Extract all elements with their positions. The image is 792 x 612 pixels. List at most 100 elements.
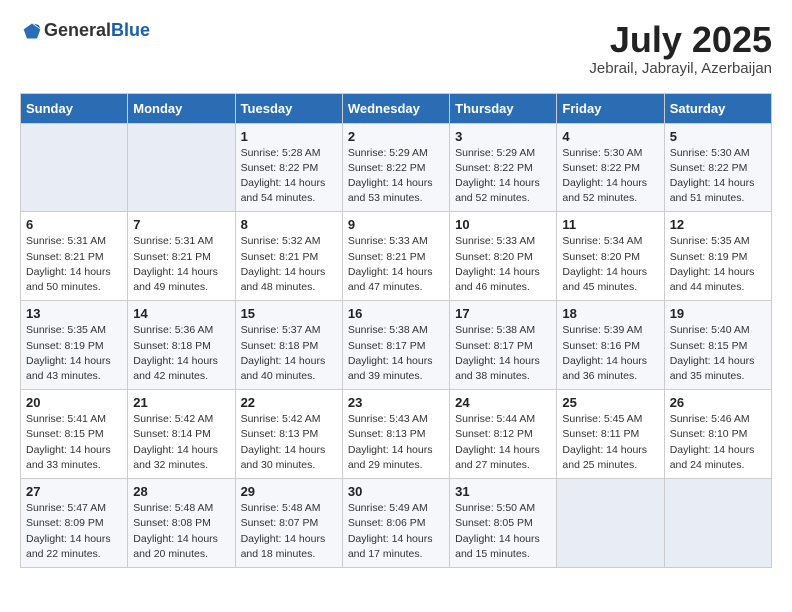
cell-info: Sunrise: 5:49 AMSunset: 8:06 PMDaylight:… [348, 502, 433, 560]
calendar-cell: 12Sunrise: 5:35 AMSunset: 8:19 PMDayligh… [664, 212, 771, 301]
page-header: GeneralBlue July 2025 Jebrail, Jabrayil,… [20, 20, 772, 77]
day-number: 18 [562, 306, 658, 321]
day-number: 4 [562, 129, 658, 144]
cell-info: Sunrise: 5:31 AMSunset: 8:21 PMDaylight:… [133, 235, 218, 293]
weekday-header-wednesday: Wednesday [342, 93, 449, 123]
day-number: 21 [133, 395, 229, 410]
calendar-cell: 8Sunrise: 5:32 AMSunset: 8:21 PMDaylight… [235, 212, 342, 301]
calendar-cell: 20 Sunrise: 5:41 AMSunset: 8:15 PMDayligh… [21, 390, 128, 479]
calendar-cell: 3Sunrise: 5:29 AMSunset: 8:22 PMDaylight… [450, 123, 557, 212]
day-number: 17 [455, 306, 551, 321]
calendar-week-row: 13 Sunrise: 5:35 AMSunset: 8:19 PMDayligh… [21, 301, 772, 390]
day-number: 6 [26, 217, 122, 232]
calendar-cell: 9 Sunrise: 5:33 AMSunset: 8:21 PMDaylight… [342, 212, 449, 301]
cell-info: Sunrise: 5:46 AMSunset: 8:10 PMDaylight:… [670, 413, 755, 471]
day-number: 10 [455, 217, 551, 232]
day-number: 24 [455, 395, 551, 410]
day-number: 9 [348, 217, 444, 232]
month-title: July 2025 [589, 20, 772, 60]
cell-info: Sunrise: 5:37 AMSunset: 8:18 PMDaylight:… [241, 324, 326, 382]
calendar-cell: 13 Sunrise: 5:35 AMSunset: 8:19 PMDayligh… [21, 301, 128, 390]
cell-info: Sunrise: 5:30 AMSunset: 8:22 PMDaylight:… [670, 147, 755, 205]
day-number: 19 [670, 306, 766, 321]
calendar-cell: 11 Sunrise: 5:34 AMSunset: 8:20 PMDayligh… [557, 212, 664, 301]
logo-icon [22, 21, 42, 41]
cell-info: Sunrise: 5:42 AMSunset: 8:13 PMDaylight:… [241, 413, 326, 471]
logo-general-text: General [44, 20, 111, 40]
weekday-header-monday: Monday [128, 93, 235, 123]
cell-info: Sunrise: 5:36 AMSunset: 8:18 PMDaylight:… [133, 324, 218, 382]
day-number: 5 [670, 129, 766, 144]
calendar-week-row: 6 Sunrise: 5:31 AMSunset: 8:21 PMDaylight… [21, 212, 772, 301]
day-number: 16 [348, 306, 444, 321]
cell-info: Sunrise: 5:41 AMSunset: 8:15 PMDaylight:… [26, 413, 111, 471]
day-number: 31 [455, 484, 551, 499]
day-number: 1 [241, 129, 337, 144]
cell-info: Sunrise: 5:34 AMSunset: 8:20 PMDaylight:… [562, 235, 647, 293]
cell-info: Sunrise: 5:50 AMSunset: 8:05 PMDaylight:… [455, 502, 540, 560]
calendar-cell: 2Sunrise: 5:29 AMSunset: 8:22 PMDaylight… [342, 123, 449, 212]
day-number: 15 [241, 306, 337, 321]
cell-info: Sunrise: 5:33 AMSunset: 8:21 PMDaylight:… [348, 235, 433, 293]
day-number: 3 [455, 129, 551, 144]
day-number: 8 [241, 217, 337, 232]
weekday-header-sunday: Sunday [21, 93, 128, 123]
cell-info: Sunrise: 5:35 AMSunset: 8:19 PMDaylight:… [26, 324, 111, 382]
day-number: 23 [348, 395, 444, 410]
calendar-cell: 28 Sunrise: 5:48 AMSunset: 8:08 PMDayligh… [128, 479, 235, 568]
day-number: 25 [562, 395, 658, 410]
calendar-cell: 14Sunrise: 5:36 AMSunset: 8:18 PMDayligh… [128, 301, 235, 390]
cell-info: Sunrise: 5:45 AMSunset: 8:11 PMDaylight:… [562, 413, 647, 471]
cell-info: Sunrise: 5:42 AMSunset: 8:14 PMDaylight:… [133, 413, 218, 471]
weekday-header-saturday: Saturday [664, 93, 771, 123]
cell-info: Sunrise: 5:29 AMSunset: 8:22 PMDaylight:… [348, 147, 433, 205]
cell-info: Sunrise: 5:48 AMSunset: 8:07 PMDaylight:… [241, 502, 326, 560]
day-number: 20 [26, 395, 122, 410]
cell-info: Sunrise: 5:28 AMSunset: 8:22 PMDaylight:… [241, 147, 326, 205]
title-area: July 2025 Jebrail, Jabrayil, Azerbaijan [589, 20, 772, 77]
calendar-cell [21, 123, 128, 212]
calendar-cell: 17Sunrise: 5:38 AMSunset: 8:17 PMDayligh… [450, 301, 557, 390]
weekday-header-row: SundayMondayTuesdayWednesdayThursdayFrid… [21, 93, 772, 123]
cell-info: Sunrise: 5:40 AMSunset: 8:15 PMDaylight:… [670, 324, 755, 382]
calendar-cell: 4Sunrise: 5:30 AMSunset: 8:22 PMDaylight… [557, 123, 664, 212]
calendar-cell: 25 Sunrise: 5:45 AMSunset: 8:11 PMDayligh… [557, 390, 664, 479]
cell-info: Sunrise: 5:38 AMSunset: 8:17 PMDaylight:… [348, 324, 433, 382]
calendar-cell: 7 Sunrise: 5:31 AMSunset: 8:21 PMDaylight… [128, 212, 235, 301]
calendar-cell: 16 Sunrise: 5:38 AMSunset: 8:17 PMDayligh… [342, 301, 449, 390]
day-number: 27 [26, 484, 122, 499]
calendar-cell [557, 479, 664, 568]
logo-blue-text: Blue [111, 20, 150, 40]
day-number: 29 [241, 484, 337, 499]
day-number: 13 [26, 306, 122, 321]
cell-info: Sunrise: 5:33 AMSunset: 8:20 PMDaylight:… [455, 235, 540, 293]
location-title: Jebrail, Jabrayil, Azerbaijan [589, 60, 772, 77]
cell-info: Sunrise: 5:43 AMSunset: 8:13 PMDaylight:… [348, 413, 433, 471]
cell-info: Sunrise: 5:47 AMSunset: 8:09 PMDaylight:… [26, 502, 111, 560]
calendar-table: SundayMondayTuesdayWednesdayThursdayFrid… [20, 93, 772, 568]
cell-info: Sunrise: 5:35 AMSunset: 8:19 PMDaylight:… [670, 235, 755, 293]
weekday-header-tuesday: Tuesday [235, 93, 342, 123]
day-number: 22 [241, 395, 337, 410]
calendar-cell: 1 Sunrise: 5:28 AMSunset: 8:22 PMDaylight… [235, 123, 342, 212]
calendar-cell: 6Sunrise: 5:31 AMSunset: 8:21 PMDaylight… [21, 212, 128, 301]
cell-info: Sunrise: 5:39 AMSunset: 8:16 PMDaylight:… [562, 324, 647, 382]
calendar-cell: 24 Sunrise: 5:44 AMSunset: 8:12 PMDayligh… [450, 390, 557, 479]
cell-info: Sunrise: 5:48 AMSunset: 8:08 PMDaylight:… [133, 502, 218, 560]
calendar-cell: 26Sunrise: 5:46 AMSunset: 8:10 PMDayligh… [664, 390, 771, 479]
day-number: 11 [562, 217, 658, 232]
calendar-cell: 31 Sunrise: 5:50 AMSunset: 8:05 PMDayligh… [450, 479, 557, 568]
logo: GeneralBlue [20, 20, 150, 41]
day-number: 28 [133, 484, 229, 499]
weekday-header-thursday: Thursday [450, 93, 557, 123]
cell-info: Sunrise: 5:44 AMSunset: 8:12 PMDaylight:… [455, 413, 540, 471]
calendar-cell: 21 Sunrise: 5:42 AMSunset: 8:14 PMDayligh… [128, 390, 235, 479]
calendar-cell: 23 Sunrise: 5:43 AMSunset: 8:13 PMDayligh… [342, 390, 449, 479]
calendar-cell: 19 Sunrise: 5:40 AMSunset: 8:15 PMDayligh… [664, 301, 771, 390]
calendar-cell [128, 123, 235, 212]
calendar-cell: 5 Sunrise: 5:30 AMSunset: 8:22 PMDaylight… [664, 123, 771, 212]
day-number: 7 [133, 217, 229, 232]
calendar-cell: 29 Sunrise: 5:48 AMSunset: 8:07 PMDayligh… [235, 479, 342, 568]
weekday-header-friday: Friday [557, 93, 664, 123]
calendar-cell: 27 Sunrise: 5:47 AMSunset: 8:09 PMDayligh… [21, 479, 128, 568]
